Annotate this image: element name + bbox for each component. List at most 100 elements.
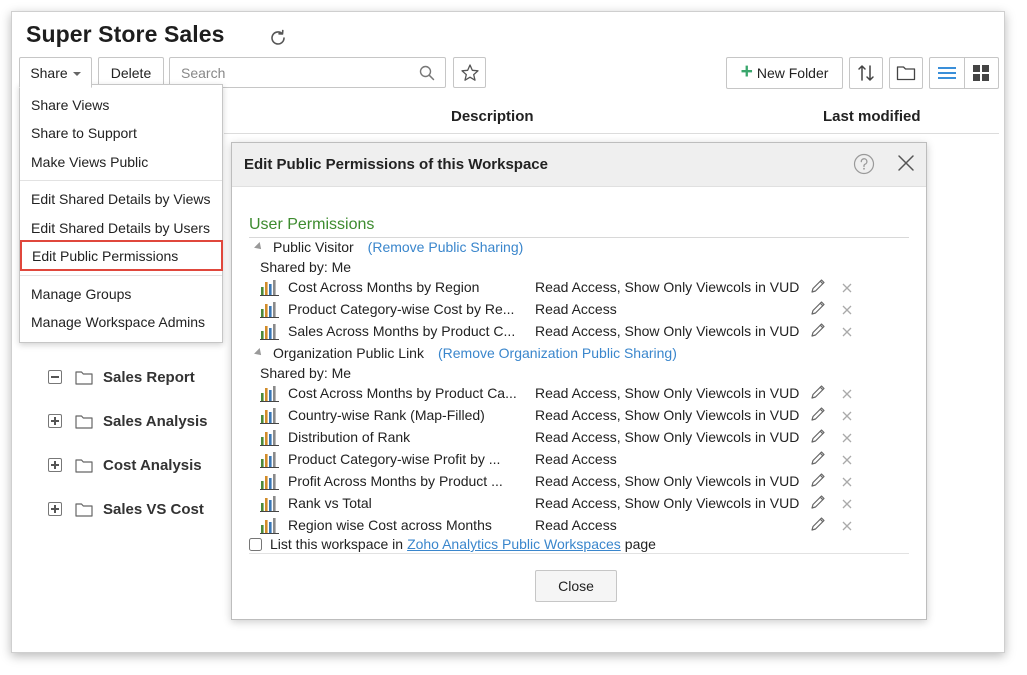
public-workspaces-link[interactable]: Zoho Analytics Public Workspaces xyxy=(407,536,621,552)
dialog-title: Edit Public Permissions of this Workspac… xyxy=(244,156,548,173)
sort-icon xyxy=(858,65,874,81)
menu-item-make-views-public[interactable]: Make Views Public xyxy=(31,154,148,170)
edit-pencil-icon[interactable] xyxy=(810,494,826,510)
collapse-triangle-icon[interactable] xyxy=(254,242,264,252)
access-level: Read Access xyxy=(535,301,617,317)
refresh-icon[interactable] xyxy=(268,28,288,48)
edit-pencil-icon[interactable] xyxy=(810,516,826,532)
collapse-icon[interactable] xyxy=(48,370,62,384)
remove-x-icon[interactable] xyxy=(842,411,852,421)
chart-view-icon xyxy=(260,518,279,534)
edit-pencil-icon[interactable] xyxy=(810,428,826,444)
header-divider xyxy=(224,133,999,134)
menu-item-edit-public-permissions[interactable]: Edit Public Permissions xyxy=(20,240,223,271)
expand-icon[interactable] xyxy=(48,502,62,516)
folder-view-button[interactable] xyxy=(889,57,923,89)
search-icon[interactable] xyxy=(419,65,435,81)
close-icon[interactable] xyxy=(896,153,916,173)
remove-public-sharing-link[interactable]: (Remove Public Sharing) xyxy=(368,239,524,255)
folder-icon xyxy=(896,66,916,81)
section-title: User Permissions xyxy=(249,216,375,233)
share-menu: Share Views Share to Support Make Views … xyxy=(19,84,223,343)
close-button[interactable]: Close xyxy=(535,570,617,602)
menu-item-manage-groups[interactable]: Manage Groups xyxy=(31,286,131,302)
menu-item-edit-shared-by-views[interactable]: Edit Shared Details by Views xyxy=(31,191,211,207)
access-level: Read Access, Show Only Viewcols in VUD xyxy=(535,429,800,445)
menu-item-manage-workspace-admins[interactable]: Manage Workspace Admins xyxy=(31,314,205,330)
edit-pencil-icon[interactable] xyxy=(810,322,826,338)
chart-view-icon xyxy=(260,452,279,468)
shared-by-label: Shared by: Me xyxy=(260,365,352,381)
remove-x-icon[interactable] xyxy=(842,305,852,315)
edit-pencil-icon[interactable] xyxy=(810,300,826,316)
menu-item-edit-shared-by-users[interactable]: Edit Shared Details by Users xyxy=(31,220,210,236)
group-public-visitor: Public Visitor (Remove Public Sharing) xyxy=(254,239,524,255)
view-name: Distribution of Rank xyxy=(288,429,411,445)
list-workspace-checkbox[interactable] xyxy=(249,537,262,551)
remove-x-icon[interactable] xyxy=(842,477,852,487)
tree-item-label: Sales Analysis xyxy=(103,412,208,430)
view-name: Cost Across Months by Product Ca... xyxy=(288,385,517,401)
footer-divider xyxy=(249,553,909,554)
tree-item[interactable]: Cost Analysis xyxy=(48,455,208,475)
edit-pencil-icon[interactable] xyxy=(810,278,826,294)
new-folder-button[interactable]: + New Folder xyxy=(726,57,843,89)
chart-view-icon xyxy=(260,324,279,340)
permission-row: Region wise Cost across Months Read Acce… xyxy=(260,516,860,536)
edit-pencil-icon[interactable] xyxy=(810,472,826,488)
shared-by-label: Shared by: Me xyxy=(260,259,352,275)
grid-view-button[interactable] xyxy=(965,58,999,88)
remove-x-icon[interactable] xyxy=(842,499,852,509)
remove-x-icon[interactable] xyxy=(842,433,852,443)
expand-icon[interactable] xyxy=(48,458,62,472)
search-input[interactable] xyxy=(181,64,411,82)
edit-pencil-icon[interactable] xyxy=(810,384,826,400)
list-view-button[interactable] xyxy=(930,58,965,88)
workspace-title: Super Store Sales xyxy=(26,21,225,47)
column-header-description[interactable]: Description xyxy=(451,108,534,125)
edit-pencil-icon[interactable] xyxy=(810,406,826,422)
permission-row: Cost Across Months by Product Ca... Read… xyxy=(260,384,860,404)
share-button[interactable]: Share xyxy=(19,57,92,88)
sort-button[interactable] xyxy=(849,57,883,89)
remove-x-icon[interactable] xyxy=(842,283,852,293)
access-level: Read Access xyxy=(535,451,617,467)
public-permissions-dialog: Edit Public Permissions of this Workspac… xyxy=(231,142,927,620)
section-divider xyxy=(249,237,909,238)
tree-item[interactable]: Sales VS Cost xyxy=(48,499,208,519)
view-name: Product Category-wise Cost by Re... xyxy=(288,301,515,317)
menu-divider xyxy=(20,180,222,181)
tree-item[interactable]: Sales Analysis xyxy=(48,411,208,431)
help-icon[interactable] xyxy=(853,153,875,175)
expand-icon[interactable] xyxy=(48,414,62,428)
favorite-button[interactable] xyxy=(453,57,486,88)
remove-x-icon[interactable] xyxy=(842,455,852,465)
folder-icon xyxy=(75,502,93,517)
group-name: Organization Public Link xyxy=(273,345,424,361)
permission-row: Distribution of Rank Read Access, Show O… xyxy=(260,428,860,448)
list-icon xyxy=(937,67,956,79)
collapse-triangle-icon[interactable] xyxy=(254,348,264,358)
permission-row: Profit Across Months by Product ... Read… xyxy=(260,472,860,492)
chevron-down-icon xyxy=(72,71,81,76)
remove-x-icon[interactable] xyxy=(842,521,852,531)
column-header-last-modified[interactable]: Last modified xyxy=(823,108,921,125)
edit-pencil-icon[interactable] xyxy=(810,450,826,466)
group-name: Public Visitor xyxy=(273,239,354,255)
menu-divider xyxy=(20,275,222,276)
view-name: Country-wise Rank (Map-Filled) xyxy=(288,407,485,423)
app-window: Super Store Sales Share Delete + New Fol… xyxy=(11,11,1005,653)
permission-row: Product Category-wise Profit by ... Read… xyxy=(260,450,860,470)
view-name: Rank vs Total xyxy=(288,495,372,511)
remove-x-icon[interactable] xyxy=(842,327,852,337)
tree-item[interactable]: Sales Report xyxy=(48,367,208,387)
remove-x-icon[interactable] xyxy=(842,389,852,399)
menu-item-share-to-support[interactable]: Share to Support xyxy=(31,125,137,141)
permission-row: Sales Across Months by Product C... Read… xyxy=(260,322,860,342)
access-level: Read Access xyxy=(535,517,617,533)
share-button-label: Share xyxy=(30,64,68,81)
menu-item-share-views[interactable]: Share Views xyxy=(31,97,109,113)
folder-icon xyxy=(75,414,93,429)
list-workspace-prefix: List this workspace in xyxy=(270,536,404,552)
remove-organization-sharing-link[interactable]: (Remove Organization Public Sharing) xyxy=(438,345,677,361)
